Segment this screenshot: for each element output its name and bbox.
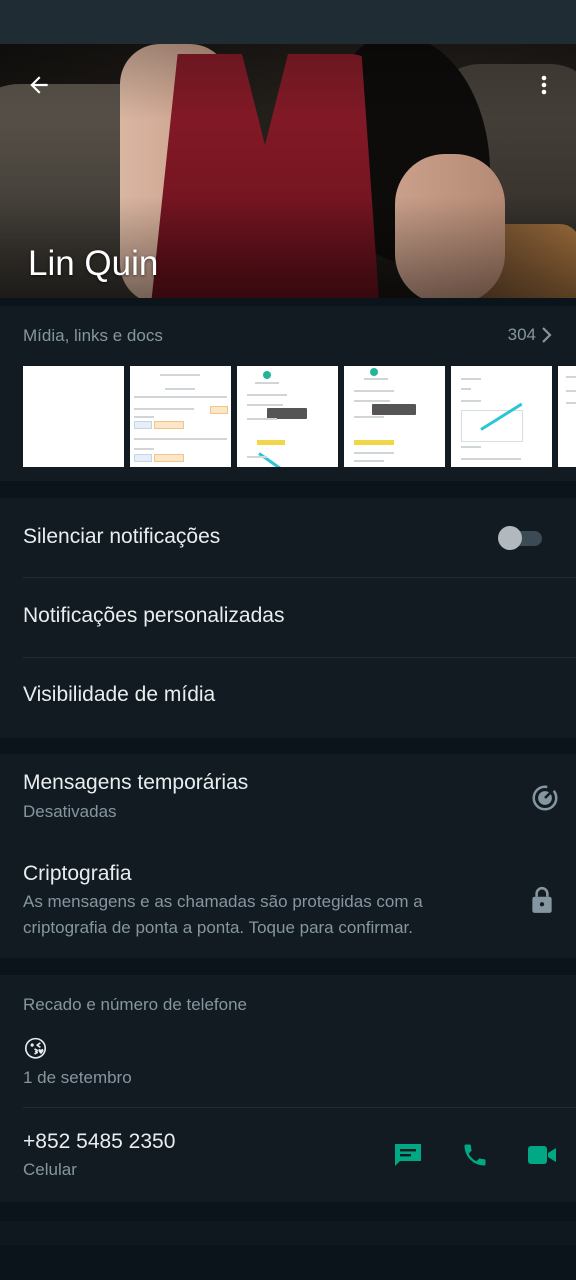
media-thumbnail[interactable] — [344, 366, 445, 467]
phone-type: Celular — [23, 1160, 77, 1179]
about-section-title: Recado e número de telefone — [23, 995, 247, 1014]
media-count-link[interactable]: 304 — [508, 325, 554, 345]
encryption-row[interactable]: Criptografia As mensagens e as chamadas … — [0, 846, 576, 958]
mute-notifications-row[interactable]: Silenciar notificações — [0, 498, 576, 577]
bottom-section — [0, 1221, 576, 1245]
media-thumbnail[interactable] — [23, 366, 124, 467]
status-row[interactable]: 😘 1 de setembro — [0, 1027, 576, 1107]
privacy-section: Mensagens temporárias Desativadas Cripto… — [0, 754, 576, 958]
media-thumbnails — [23, 366, 576, 467]
disappearing-messages-row[interactable]: Mensagens temporárias Desativadas — [0, 754, 576, 842]
disappearing-messages-label: Mensagens temporárias — [23, 771, 249, 794]
video-call-button[interactable] — [522, 1135, 562, 1175]
encryption-description-line1: As mensagens e as chamadas são protegida… — [23, 892, 423, 911]
phone-row[interactable]: +852 5485 2350 Celular — [0, 1108, 576, 1202]
media-thumbnail[interactable] — [130, 366, 231, 467]
status-date: 1 de setembro — [23, 1068, 132, 1087]
notifications-section: Silenciar notificações Notificações pers… — [0, 498, 576, 738]
media-count: 304 — [507, 325, 536, 344]
media-section: Mídia, links e docs 304 — [0, 306, 576, 481]
media-visibility-label: Visibilidade de mídia — [23, 683, 216, 706]
phone-number: +852 5485 2350 — [23, 1130, 176, 1153]
custom-notifications-label: Notificações personalizadas — [23, 604, 285, 627]
more-vert-icon — [541, 75, 547, 95]
encryption-label: Criptografia — [23, 862, 132, 885]
voice-call-button[interactable] — [455, 1135, 495, 1175]
back-button[interactable] — [22, 68, 56, 102]
custom-notifications-row[interactable]: Notificações personalizadas — [0, 578, 576, 657]
back-arrow-icon — [30, 76, 48, 94]
more-options-button[interactable] — [528, 68, 560, 102]
mute-notifications-label: Silenciar notificações — [23, 525, 221, 548]
status-bar — [0, 0, 576, 44]
timer-icon — [532, 785, 558, 811]
contact-header: Lin Quin — [0, 44, 576, 298]
status-emoji: 😘 — [23, 1036, 49, 1063]
media-section-title[interactable]: Mídia, links e docs — [23, 326, 163, 346]
lock-icon — [532, 887, 552, 913]
about-section: Recado e número de telefone 😘 1 de setem… — [0, 975, 576, 1202]
video-icon — [528, 1146, 556, 1164]
media-visibility-row[interactable]: Visibilidade de mídia — [0, 658, 576, 737]
phone-icon — [464, 1144, 486, 1166]
media-thumbnail[interactable] — [451, 366, 552, 467]
encryption-description-line2: criptografia de ponta a ponta. Toque par… — [23, 918, 413, 937]
mute-toggle[interactable] — [498, 526, 544, 550]
message-icon — [395, 1144, 421, 1166]
disappearing-messages-value: Desativadas — [23, 802, 117, 821]
chevron-right-icon — [542, 327, 552, 343]
media-thumbnail[interactable] — [558, 366, 576, 467]
media-thumbnail[interactable] — [237, 366, 338, 467]
message-button[interactable] — [388, 1135, 428, 1175]
contact-name: Lin Quin — [28, 244, 159, 283]
